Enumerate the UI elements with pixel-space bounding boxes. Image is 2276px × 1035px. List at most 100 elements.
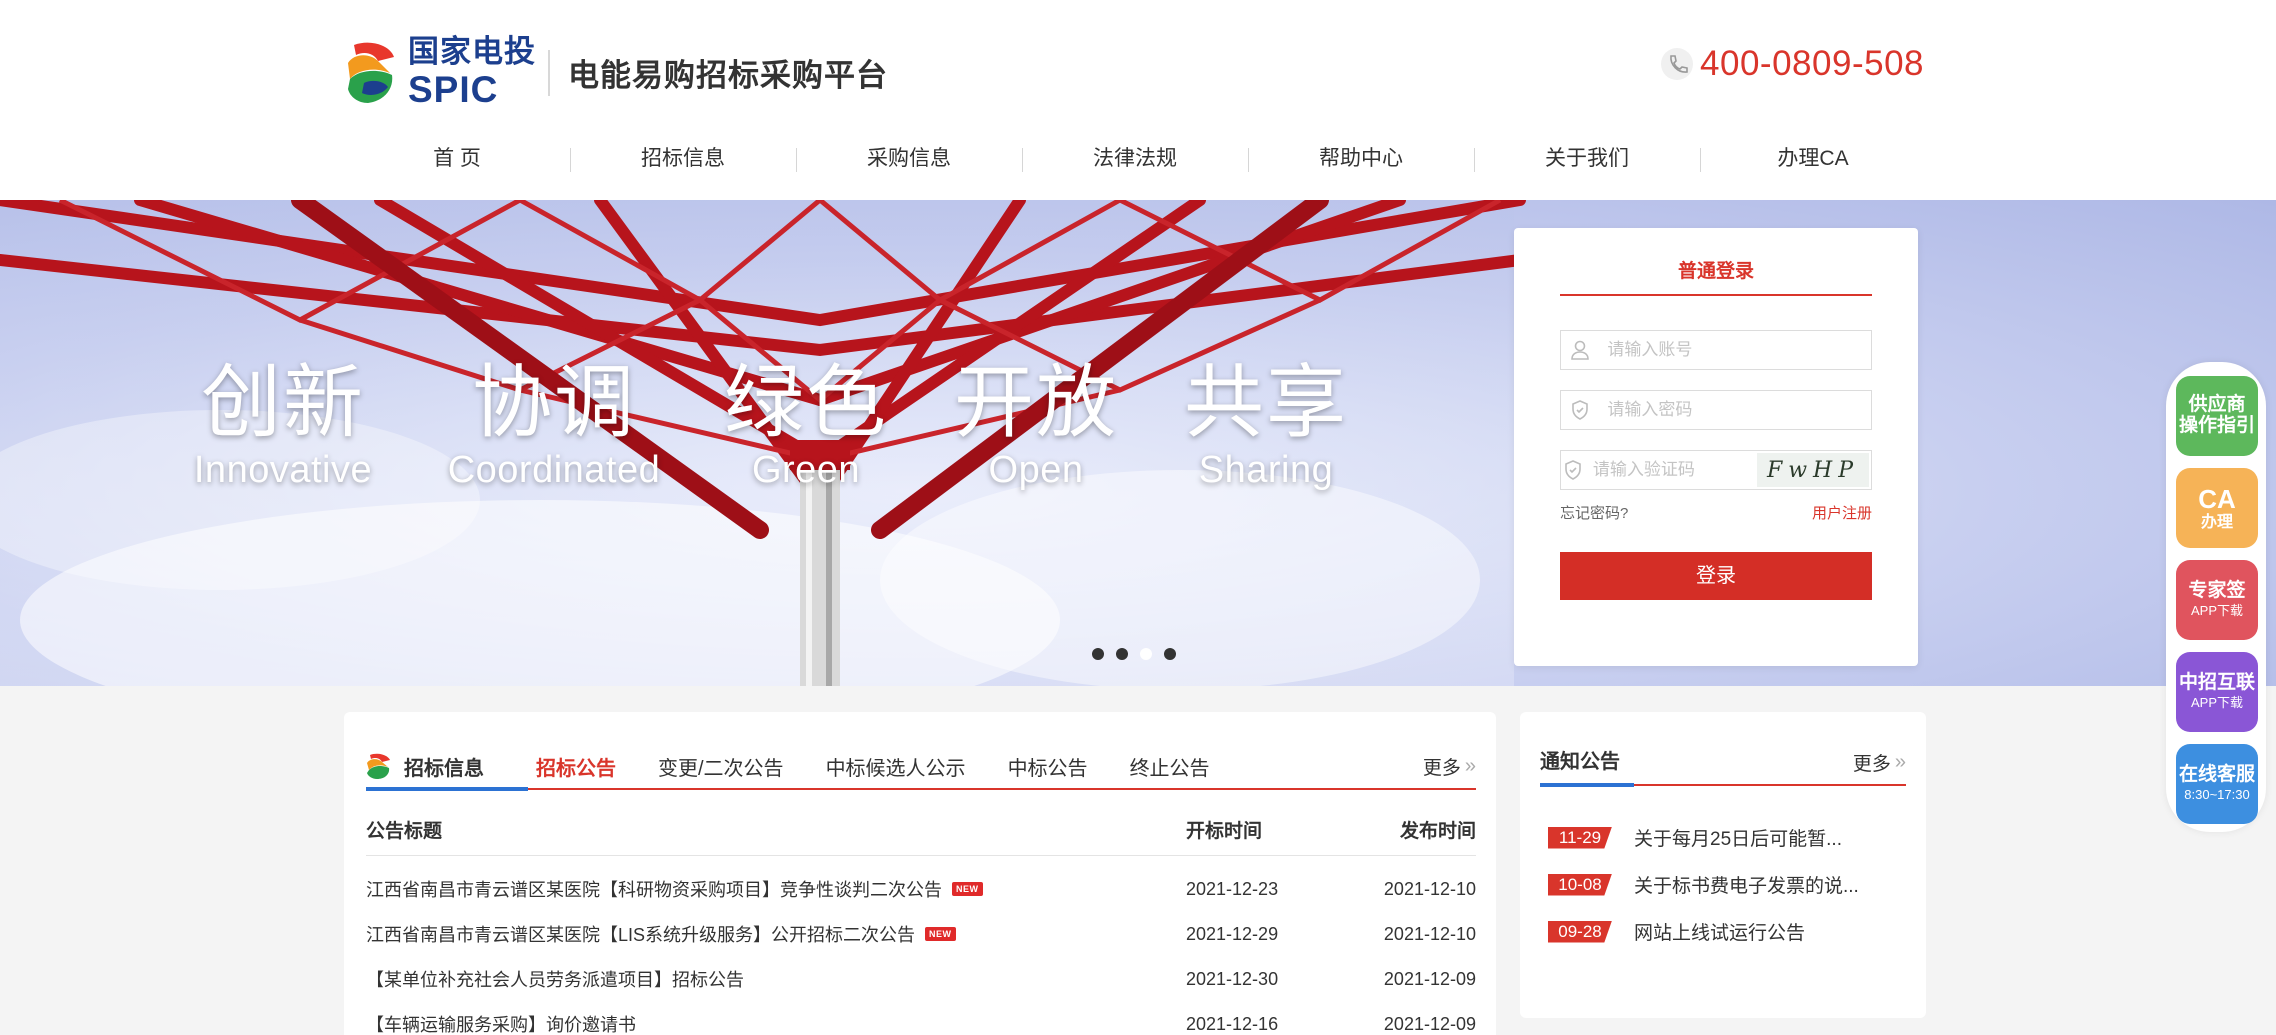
row-publish-time: 2021-12-10 [1383, 878, 1476, 899]
hotline: 400-0809-508 [1660, 44, 1924, 84]
captcha-image[interactable]: FwHP [1757, 453, 1869, 487]
nav-item-4[interactable]: 帮助中心 [1248, 140, 1474, 178]
sidebar-line2: 操作指引 [2178, 415, 2255, 436]
hotline-number: 400-0809-508 [1700, 44, 1924, 83]
sidebar-line2: APP下载 [2190, 603, 2243, 619]
notice-text[interactable]: 关于标书费电子发票的说... [1634, 871, 1859, 898]
tab-normal-login[interactable]: 普通登录 [1560, 256, 1872, 296]
row-title: 【某单位补充社会人员劳务派遣项目】招标公告 [366, 966, 1186, 992]
table-row[interactable]: 江西省南昌市青云谱区某医院【LIS系统升级服务】公开招标二次公告 NEW 2021-… [366, 919, 1476, 949]
new-badge: NEW [925, 927, 956, 941]
sidebar-line1: 中招互联 [2178, 672, 2255, 694]
notice-text[interactable]: 关于每月25日后可能暂... [1634, 824, 1842, 851]
logo-divider [548, 50, 550, 96]
double-chevron-right-icon: » [1464, 754, 1476, 777]
carousel-dots [1092, 648, 1176, 660]
bidding-more-link[interactable]: 更多 » [1423, 753, 1476, 780]
notice-text[interactable]: 网站上线试运行公告 [1634, 918, 1805, 945]
tab-1[interactable]: 变更/二次公告 [658, 752, 784, 781]
column-title: 公告标题 [366, 821, 443, 842]
captcha-input[interactable] [1584, 452, 1757, 488]
row-title-text[interactable]: 【车辆运输服务采购】询价邀请书 [366, 1011, 636, 1035]
list-item[interactable]: 10-08 关于标书费电子发票的说... [1548, 871, 1859, 898]
slogan-4: 共享 Sharing [1146, 356, 1386, 491]
register-link[interactable]: 用户注册 [1812, 502, 1872, 523]
sidebar-line2: APP下载 [2190, 695, 2243, 711]
login-button[interactable]: 登录 [1560, 552, 1872, 600]
brand-name-cn: 国家电投 [408, 34, 536, 69]
carousel-dot-1[interactable] [1116, 648, 1128, 660]
spic-logo-icon [348, 42, 394, 103]
slogan-en: Sharing [1198, 449, 1334, 491]
nav-item-2[interactable]: 采购信息 [796, 140, 1022, 178]
carousel-dot-3[interactable] [1164, 648, 1176, 660]
password-input[interactable] [1599, 392, 1871, 428]
column-publish-time: 发布时间 [1399, 821, 1476, 842]
row-open-time: 2021-12-23 [1186, 878, 1279, 899]
double-chevron-right-icon: » [1894, 750, 1906, 773]
account-input[interactable] [1599, 332, 1871, 368]
nav-item-0[interactable]: 首 页 [344, 140, 570, 178]
sidebar-button-0[interactable]: 供应商 操作指引 [2176, 376, 2258, 456]
spic-logo[interactable]: 国家电投 SPIC [344, 36, 536, 108]
sidebar-line1: CA [2198, 483, 2236, 514]
table-row[interactable]: 【某单位补充社会人员劳务派遣项目】招标公告 2021-12-30 2021-12-0… [366, 964, 1476, 994]
row-title: 【车辆运输服务采购】询价邀请书 [366, 1011, 1186, 1035]
list-item[interactable]: 09-28 网站上线试运行公告 [1548, 918, 1805, 945]
list-item[interactable]: 11-29 关于每月25日后可能暂... [1548, 824, 1842, 851]
sidebar-button-3[interactable]: 中招互联 APP下载 [2176, 652, 2258, 732]
tab-4[interactable]: 终止公告 [1130, 752, 1210, 781]
row-title: 江西省南昌市青云谱区某医院【科研物资采购项目】竞争性谈判二次公告 NEW [366, 876, 1186, 902]
slogan-cn: 共享 [1184, 356, 1348, 449]
spic-mini-logo-icon [367, 753, 390, 779]
shield-icon [1561, 451, 1585, 489]
slogan-3: 开放 Open [916, 360, 1156, 491]
floating-sidebar: 供应商 操作指引 CA 办理 专家签 APP下载 中招互联 APP下载 在线客服 8:30~17:… [2166, 362, 2266, 832]
row-title-text[interactable]: 江西省南昌市青云谱区某医院【科研物资采购项目】竞争性谈判二次公告 [366, 876, 942, 902]
forgot-password-link[interactable]: 忘记密码? [1560, 502, 1628, 523]
shield-icon [1561, 391, 1599, 429]
tab-2[interactable]: 中标候选人公示 [826, 752, 966, 781]
slogan-en: Coordinated [447, 449, 661, 491]
table-row[interactable]: 江西省南昌市青云谱区某医院【科研物资采购项目】竞争性谈判二次公告 NEW 2021-… [366, 874, 1476, 904]
table-row[interactable]: 【车辆运输服务采购】询价邀请书 2021-12-16 2021-12-09 [366, 1009, 1476, 1035]
account-field [1560, 330, 1872, 370]
site-header: 国家电投 SPIC 电能易购招标采购平台 400-0809-508 首 页招标信… [0, 0, 2276, 200]
notice-more-link[interactable]: 更多 » [1853, 749, 1906, 776]
password-field [1560, 390, 1872, 430]
slogan-cn: 创新 [201, 356, 365, 449]
row-publish-time: 2021-12-10 [1383, 923, 1476, 944]
captcha-field: FwHP [1560, 450, 1872, 490]
sidebar-button-4[interactable]: 在线客服 8:30~17:30 [2176, 744, 2258, 824]
notice-header: 通知公告 更多 » [1540, 740, 1906, 787]
bidding-section-header: 招标信息 [366, 745, 528, 791]
more-label: 更多 [1422, 757, 1461, 779]
slogan-0: 创新 Innovative [163, 356, 403, 491]
slogan-2: 绿色 Green [686, 360, 926, 491]
row-open-time: 2021-12-30 [1186, 968, 1279, 989]
carousel-dot-2[interactable] [1140, 648, 1152, 660]
sidebar-button-1[interactable]: CA 办理 [2176, 468, 2258, 548]
slogan-1: 协调 Coordinated [434, 360, 674, 491]
sidebar-button-2[interactable]: 专家签 APP下载 [2176, 560, 2258, 640]
more-label: 更多 [1852, 753, 1891, 775]
bidding-panel: 招标信息 招标公告 变更/二次公告 中标候选人公示 中标公告 终止公告 更多 » 公告标… [344, 712, 1496, 1035]
tab-0[interactable]: 招标公告 [536, 752, 616, 781]
sidebar-line1: 专家签 [2188, 580, 2246, 602]
row-title-text[interactable]: 江西省南昌市青云谱区某医院【LIS系统升级服务】公开招标二次公告 [366, 921, 915, 947]
carousel-dot-0[interactable] [1092, 648, 1104, 660]
nav-item-6[interactable]: 办理CA [1700, 140, 1926, 178]
tab-3[interactable]: 中标公告 [1008, 752, 1088, 781]
nav-item-3[interactable]: 法律法规 [1022, 140, 1248, 178]
row-title-text[interactable]: 【某单位补充社会人员劳务派遣项目】招标公告 [366, 966, 744, 992]
date-badge: 09-28 [1548, 920, 1612, 943]
nav-item-1[interactable]: 招标信息 [570, 140, 796, 178]
bidding-tabs: 招标信息 招标公告 变更/二次公告 中标候选人公示 中标公告 终止公告 更多 » [366, 744, 1476, 791]
nav-item-5[interactable]: 关于我们 [1474, 140, 1700, 178]
row-open-time: 2021-12-29 [1186, 923, 1279, 944]
brand-name-en: SPIC [408, 69, 499, 110]
date-badge: 11-29 [1548, 826, 1612, 849]
column-open-time: 开标时间 [1186, 821, 1263, 842]
date-badge: 10-08 [1548, 873, 1612, 896]
sidebar-line2: 办理 [2200, 513, 2233, 531]
